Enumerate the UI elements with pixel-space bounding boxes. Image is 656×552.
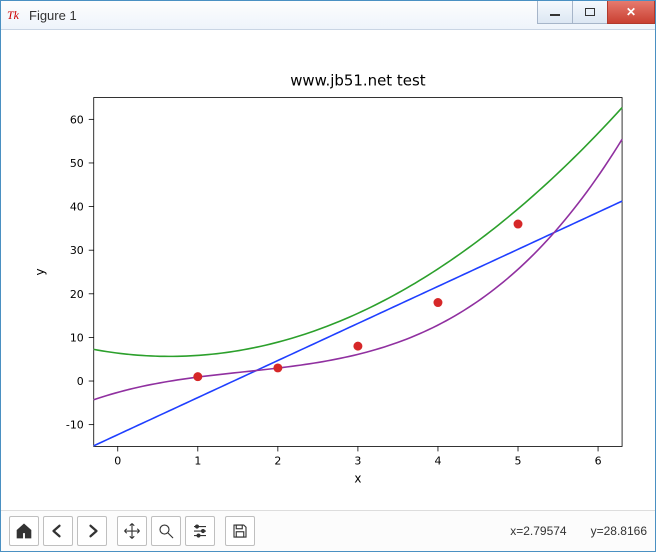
- svg-text:60: 60: [70, 113, 84, 126]
- svg-text:3: 3: [354, 454, 361, 467]
- cursor-y: y=28.8166: [591, 524, 647, 538]
- cursor-coords: x=2.79574 y=28.8166: [510, 524, 647, 538]
- zoom-icon: [157, 522, 175, 540]
- svg-text:y: y: [33, 268, 47, 275]
- svg-text:0: 0: [77, 375, 84, 388]
- sliders-icon: [191, 522, 209, 540]
- maximize-button[interactable]: [572, 1, 608, 24]
- chart: 0 1 2 3 4 5 6 -10 0 10 20 30 40 50 60 x y www.jb51.net te…: [9, 37, 647, 503]
- tk-icon: Tk: [7, 7, 23, 23]
- titlebar[interactable]: Tk Figure 1: [1, 1, 655, 30]
- forward-button[interactable]: [77, 516, 107, 546]
- back-button[interactable]: [43, 516, 73, 546]
- arrow-right-icon: [83, 522, 101, 540]
- svg-text:Tk: Tk: [7, 8, 20, 22]
- svg-text:50: 50: [70, 157, 84, 170]
- svg-text:40: 40: [70, 201, 84, 214]
- pan-icon: [123, 522, 141, 540]
- minimize-button[interactable]: [537, 1, 573, 24]
- window-title: Figure 1: [29, 8, 77, 23]
- plot-area[interactable]: 0 1 2 3 4 5 6 -10 0 10 20 30 40 50 60 x y www.jb51.net te…: [9, 37, 647, 503]
- svg-text:20: 20: [70, 288, 84, 301]
- arrow-left-icon: [49, 522, 67, 540]
- window-controls: [538, 1, 655, 23]
- pan-button[interactable]: [117, 516, 147, 546]
- save-button[interactable]: [225, 516, 255, 546]
- svg-text:5: 5: [515, 454, 522, 467]
- svg-text:www.jb51.net test: www.jb51.net test: [290, 72, 426, 90]
- save-icon: [231, 522, 249, 540]
- svg-text:-10: -10: [66, 419, 84, 432]
- svg-text:4: 4: [434, 454, 441, 467]
- svg-text:0: 0: [114, 454, 121, 467]
- configure-button[interactable]: [185, 516, 215, 546]
- svg-text:30: 30: [70, 244, 84, 257]
- cursor-x: x=2.79574: [510, 524, 566, 538]
- svg-text:2: 2: [274, 454, 281, 467]
- svg-text:10: 10: [70, 331, 84, 344]
- close-button[interactable]: [607, 1, 655, 24]
- svg-text:1: 1: [194, 454, 201, 467]
- zoom-button[interactable]: [151, 516, 181, 546]
- home-icon: [15, 522, 33, 540]
- svg-text:x: x: [354, 471, 361, 485]
- app-window: Tk Figure 1 0 1 2 3 4 5 6 -10 0 10 20 30 40 50 60 x y www…: [0, 0, 656, 552]
- home-button[interactable]: [9, 516, 39, 546]
- svg-text:6: 6: [595, 454, 602, 467]
- toolbar: x=2.79574 y=28.8166: [1, 510, 655, 551]
